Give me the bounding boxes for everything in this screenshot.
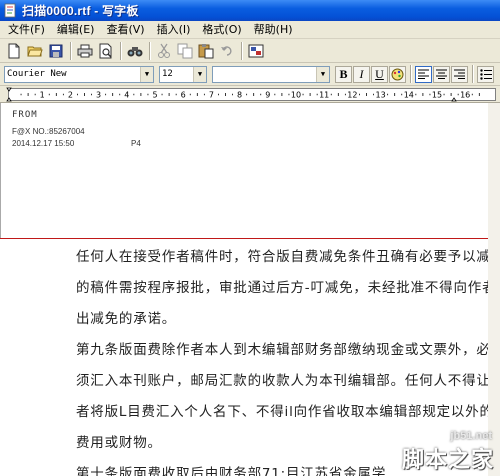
ruler-label: 7 xyxy=(209,91,214,100)
text-line: 须汇入本刊账户，邮局汇款的收款人为本刊编辑部。任何人不得让作 xyxy=(76,373,500,389)
paste-icon[interactable] xyxy=(196,41,216,61)
script-select[interactable]: ▼ xyxy=(212,65,330,83)
ruler-label: 12 xyxy=(347,91,357,100)
document-fax-header: FROM F@X NO.:85267004 2014.12.17 15:50 P… xyxy=(0,103,500,238)
align-left-icon xyxy=(418,69,429,79)
toolbar-separator xyxy=(70,41,72,60)
insert-object-icon[interactable] xyxy=(246,41,266,61)
toolbar-separator xyxy=(120,41,122,60)
toolbar-separator xyxy=(241,41,243,60)
font-select[interactable]: Courier New ▼ xyxy=(4,65,154,83)
text-line: 出减免的承诺。 xyxy=(76,311,177,327)
find-icon[interactable] xyxy=(125,41,145,61)
menu-bar: 文件(F) 编辑(E) 查看(V) 插入(I) 格式(O) 帮助(H) xyxy=(0,21,500,39)
text-line: 者将版L目费汇入个人名下、不得il向作省收取本编辑部规定以外的任何 xyxy=(76,404,500,420)
text-line: 任何人在接受作者稿件时，符合版自费减免条件丑确有必要予以减免 xyxy=(76,249,500,265)
ruler-label: 13 xyxy=(376,91,386,100)
menu-insert[interactable]: 插入(I) xyxy=(151,22,197,38)
watermark-site: jb51.net xyxy=(450,430,492,442)
chevron-down-icon[interactable]: ▼ xyxy=(140,66,153,82)
chevron-down-icon[interactable]: ▼ xyxy=(316,66,329,82)
right-indent-marker-icon xyxy=(451,97,457,102)
undo-icon[interactable] xyxy=(217,41,237,61)
toolbar-separator xyxy=(410,65,412,83)
copy-icon[interactable] xyxy=(175,41,195,61)
bullets-button[interactable] xyxy=(477,65,494,83)
menu-view[interactable]: 查看(V) xyxy=(100,22,150,38)
italic-button[interactable]: I xyxy=(353,65,370,83)
ruler-ticks: 1 2 3 4 5 6 7 8 9 10 11 12 13 14 15 16 xyxy=(6,87,480,102)
save-icon[interactable] xyxy=(46,41,66,61)
indent-marker-icon xyxy=(6,87,12,102)
align-right-button[interactable] xyxy=(451,65,468,83)
ruler-label: 1 xyxy=(40,91,45,100)
wordpad-icon xyxy=(3,3,18,18)
text-line: 第十条版面费收取后由财务部71:目江苏省金属学 xyxy=(76,466,387,476)
text-line: 第九条版面费除作者本人到木编辑部财务部缴纳现金或文票外，必 xyxy=(76,342,491,358)
standard-toolbar xyxy=(0,39,500,63)
ruler-label: 3 xyxy=(96,91,101,100)
text-line: 费用或财物。 xyxy=(76,435,162,451)
menu-file[interactable]: 文件(F) xyxy=(2,22,51,38)
print-icon[interactable] xyxy=(75,41,95,61)
vertical-scrollbar[interactable] xyxy=(488,103,500,476)
watermark: jb51.net 脚本之家 xyxy=(366,428,496,474)
menu-help[interactable]: 帮助(H) xyxy=(248,22,299,38)
menu-edit[interactable]: 编辑(E) xyxy=(51,22,101,38)
toolbar-separator xyxy=(472,65,474,83)
cut-icon[interactable] xyxy=(154,41,174,61)
ruler-label: 4 xyxy=(124,91,129,100)
fax-number: F@X NO.:85267004 xyxy=(12,127,85,136)
ruler-label: 8 xyxy=(237,91,242,100)
window-title: 扫描0000.rtf - 写字板 xyxy=(22,4,139,18)
watermark-name: 脚本之家 xyxy=(401,448,494,473)
ruler-label: 2 xyxy=(68,91,73,100)
print-preview-icon[interactable] xyxy=(96,41,116,61)
fax-timestamp: 2014.12.17 15:50 xyxy=(12,139,75,148)
ruler-label: 11 xyxy=(319,91,329,100)
bullets-icon xyxy=(479,68,492,80)
text-line: 的稿件需按程序报批，审批通过后方-叮减免，未经批准不得向作者做 xyxy=(76,280,500,296)
align-right-icon xyxy=(454,69,465,79)
ruler-label: 10 xyxy=(291,91,301,100)
align-left-button[interactable] xyxy=(415,65,432,83)
chevron-down-icon[interactable]: ▼ xyxy=(193,66,206,82)
ruler-label: 16 xyxy=(460,91,470,100)
ruler-label: 15 xyxy=(432,91,442,100)
color-button[interactable] xyxy=(389,65,406,83)
ruler[interactable]: 1 2 3 4 5 6 7 8 9 10 11 12 13 14 15 16 xyxy=(0,86,500,103)
font-size-value: 12 xyxy=(162,69,173,79)
underline-button[interactable]: U xyxy=(371,65,388,83)
ruler-label: 9 xyxy=(265,91,270,100)
title-bar: 扫描0000.rtf - 写字板 xyxy=(0,0,500,21)
ruler-label: 6 xyxy=(181,91,186,100)
fax-page: P4 xyxy=(131,139,141,148)
toolbar-separator xyxy=(149,41,151,60)
bold-button[interactable]: B xyxy=(335,65,352,83)
align-center-icon xyxy=(436,69,447,79)
ruler-label: 5 xyxy=(152,91,157,100)
menu-format[interactable]: 格式(O) xyxy=(196,22,247,38)
open-icon[interactable] xyxy=(25,41,45,61)
new-icon[interactable] xyxy=(4,41,24,61)
font-size-select[interactable]: 12 ▼ xyxy=(159,65,207,83)
font-value: Courier New xyxy=(7,69,67,79)
fax-from: FROM xyxy=(12,110,38,120)
ruler-label: 14 xyxy=(404,91,414,100)
color-palette-icon xyxy=(391,68,404,80)
format-toolbar: Courier New ▼ 12 ▼ ▼ B I U xyxy=(0,63,500,86)
align-center-button[interactable] xyxy=(433,65,450,83)
